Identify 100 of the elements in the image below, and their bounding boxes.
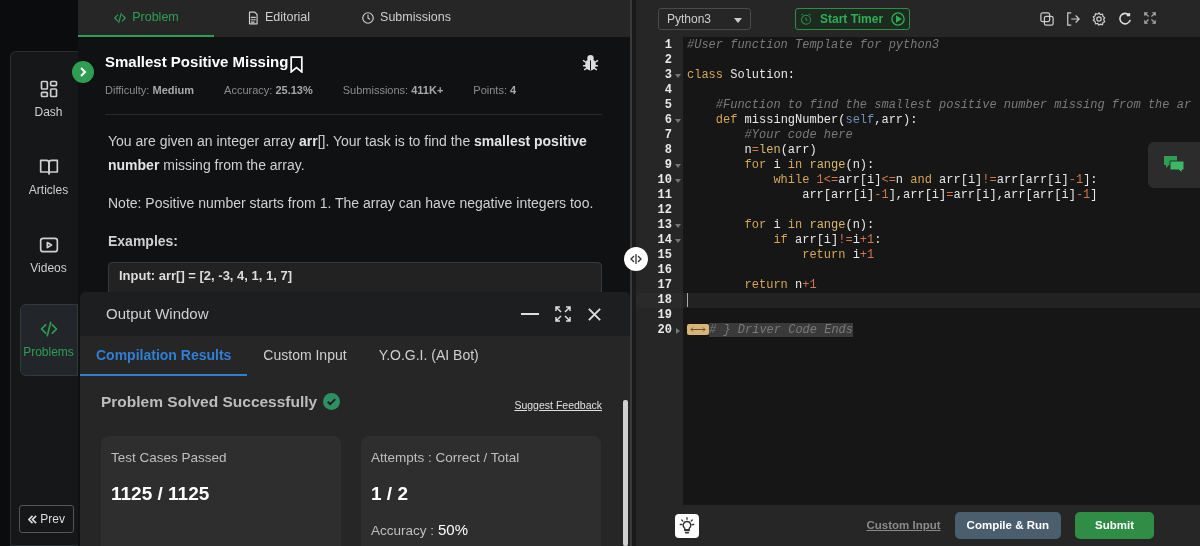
exit-icon[interactable]	[1066, 11, 1080, 26]
code-line: for i in range(n):	[743, 218, 875, 232]
code-line: while 1<=arr[i]<=n and arr[i]!=arr[arr[i]-1]:	[772, 173, 1098, 187]
code-line: for i in range(n):	[743, 158, 875, 172]
card-label: Attempts : Correct / Total	[371, 449, 521, 467]
code-line: #User function Template for python3	[687, 38, 940, 52]
code-line: class Solution:	[687, 68, 796, 82]
code-editor[interactable]	[636, 37, 1200, 505]
resize-icon	[630, 253, 642, 265]
tab[interactable]: Problem	[78, 0, 214, 37]
folded-code-icon[interactable]	[687, 324, 709, 336]
copy-icon[interactable]	[1040, 11, 1054, 26]
code-icon	[38, 319, 59, 339]
line-number: 1	[664, 38, 672, 53]
line-number: 14	[657, 233, 672, 248]
line-number: 17	[657, 278, 672, 293]
problem-meta: Difficulty: Medium	[105, 82, 195, 98]
lightbulb-icon	[678, 516, 696, 535]
sidebar-item[interactable]: Dash	[19, 70, 78, 130]
line-number: 8	[664, 143, 672, 158]
card-value: 1 / 2	[371, 482, 409, 507]
unfold-arrow-icon[interactable]	[675, 327, 680, 334]
line-number: 20	[657, 323, 672, 338]
fullscreen-icon[interactable]	[1144, 11, 1156, 24]
prev-button[interactable]: Prev	[19, 505, 74, 533]
tab[interactable]: Y.O.G.I. (AI Bot)	[362, 336, 495, 377]
tab[interactable]: Editorial	[214, 0, 342, 37]
accuracy-label: Accuracy :	[371, 521, 435, 540]
dashboard-icon	[38, 79, 59, 99]
code-line: n=len(arr)	[743, 143, 817, 157]
example-text: Input: arr[] = [2, -3, 4, 1, 1, 7]	[119, 268, 292, 283]
lightbulb-button[interactable]	[675, 513, 699, 538]
fold-arrow-icon[interactable]	[674, 223, 681, 228]
fold-arrow-icon[interactable]	[674, 238, 681, 243]
check-circle-icon	[323, 392, 341, 410]
video-icon	[38, 235, 59, 255]
bug-icon[interactable]	[582, 53, 599, 71]
double-chevron-icon	[28, 515, 37, 525]
sidebar-item[interactable]: Videos	[19, 226, 78, 286]
code-line: #Your code here	[743, 128, 853, 142]
submit-button[interactable]: Submit	[1075, 512, 1154, 539]
line-number: 13	[657, 218, 672, 233]
line-number: 5	[664, 98, 672, 113]
compile-run-button[interactable]: Compile & Run	[954, 512, 1061, 539]
problem-meta: Points: 4	[473, 82, 517, 98]
code-line: if arr[i]!=i+1:	[772, 233, 882, 247]
chat-button[interactable]	[1148, 142, 1200, 188]
scrollbar[interactable]	[623, 400, 628, 546]
book-icon	[38, 157, 59, 177]
custom-input-link[interactable]: Custom Input	[866, 516, 941, 535]
code-line: #Function to find the smallest positive number missing from the ar	[714, 98, 1192, 112]
code-icon	[113, 10, 128, 25]
code-line: return n+1	[743, 278, 817, 292]
clock-icon	[361, 10, 376, 25]
caret-icon	[734, 18, 742, 23]
language-dropdown[interactable]: Python3	[658, 7, 751, 30]
fold-arrow-icon[interactable]	[674, 73, 681, 78]
fold-arrow-icon[interactable]	[674, 163, 681, 168]
sidebar-item[interactable]: Problems	[19, 304, 78, 376]
status-text: Problem Solved Successfully	[101, 391, 318, 412]
problem-statement: Note: Positive number starts from 1. The array can have negative integers too.	[108, 194, 595, 213]
problem-statement: You are given an integer array arr[]. Your task is to find the smallest positive number missing from the array.	[108, 132, 588, 175]
reset-icon[interactable]	[1118, 11, 1132, 26]
play-icon	[891, 11, 906, 26]
feedback-link[interactable]: Suggest Feedback	[514, 398, 602, 414]
code-line: return i+1	[801, 248, 875, 262]
line-number: 12	[657, 203, 672, 218]
tab[interactable]: Custom Input	[247, 336, 363, 377]
alarm-icon	[800, 12, 812, 25]
fold-arrow-icon[interactable]	[674, 178, 681, 183]
card-value: 1125 / 1125	[111, 482, 211, 507]
code-line: def missingNumber(self,arr):	[714, 113, 918, 127]
line-number: 19	[657, 308, 672, 323]
line-number: 10	[657, 173, 672, 188]
line-number: 6	[664, 113, 672, 128]
sidebar-item[interactable]: Articles	[19, 148, 78, 208]
problem-meta: Accuracy: 25.13%	[224, 82, 313, 98]
close-icon[interactable]	[587, 306, 602, 322]
start-timer-button[interactable]: Start Timer	[795, 7, 911, 30]
line-number: 18	[657, 293, 672, 308]
line-number: 4	[664, 83, 672, 98]
examples-heading: Examples:	[108, 232, 180, 251]
chat-icon	[1163, 155, 1185, 175]
fold-arrow-icon[interactable]	[674, 118, 681, 123]
settings-icon[interactable]	[1092, 11, 1106, 26]
bookmark-icon[interactable]	[290, 55, 304, 73]
line-number: 7	[664, 128, 672, 143]
tab[interactable]: Submissions	[342, 0, 470, 37]
line-number: 16	[657, 263, 672, 278]
line-number: 9	[664, 158, 672, 173]
line-number: 15	[657, 248, 672, 263]
tab[interactable]: Compilation Results	[80, 336, 248, 377]
problem-title: Smallest Positive Missing	[105, 52, 289, 72]
accuracy-value: 50%	[438, 519, 469, 540]
line-number: 2	[664, 53, 672, 68]
line-number: 11	[657, 188, 672, 203]
window-title: Output Window	[106, 303, 209, 324]
code-line: arr[arr[i]-1],arr[i]=arr[i],arr[arr[i]-1]	[801, 188, 1098, 202]
chevron-right-icon	[78, 67, 88, 77]
line-number: 3	[664, 68, 672, 83]
